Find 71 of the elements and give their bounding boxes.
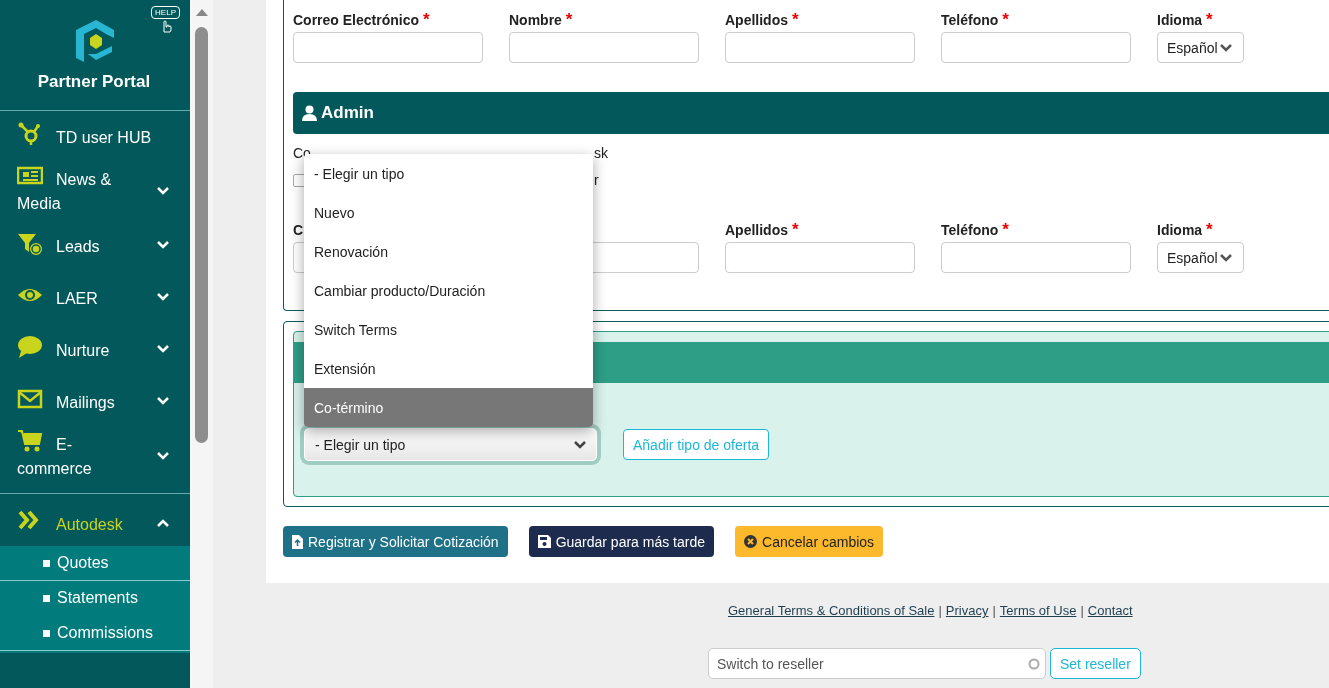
link-separator: |	[1080, 603, 1084, 618]
scroll-up-icon[interactable]	[194, 8, 209, 16]
required-mark: *	[422, 10, 430, 29]
input-field[interactable]	[509, 32, 699, 63]
footer-link[interactable]: General Terms & Conditions of Sale	[728, 603, 935, 618]
required-mark: *	[1206, 10, 1213, 29]
reseller-field[interactable]: Switch to reseller	[708, 648, 1046, 679]
required-mark: *	[1002, 220, 1009, 239]
required-mark: *	[1002, 10, 1009, 29]
action-button[interactable]: Guardar para más tarde	[528, 526, 715, 557]
checkbox-label: r	[594, 172, 600, 188]
chevron-up-icon[interactable]	[157, 519, 169, 527]
menu-icon	[17, 428, 43, 454]
submenu-item[interactable]: Statements	[0, 581, 190, 616]
input-field[interactable]	[941, 242, 1131, 273]
sidebar-item[interactable]: E-commerce	[17, 428, 140, 481]
sidebar-item[interactable]: Leads	[17, 229, 140, 259]
link-separator: |	[992, 603, 996, 618]
action-button[interactable]: Cancelar cambios	[735, 526, 884, 557]
field-label: C	[293, 222, 304, 238]
dropdown-option[interactable]: Extensión	[304, 349, 593, 388]
loading-icon	[1028, 658, 1040, 670]
field-label: Correo Electrónico	[293, 12, 420, 28]
sidebar-item[interactable]: Mailings	[17, 385, 140, 415]
required-mark: *	[791, 10, 799, 29]
scrollbar[interactable]	[190, 0, 213, 688]
dropdown-option[interactable]: - Elegir un tipo	[304, 154, 593, 193]
dropdown-option[interactable]: Switch Terms	[304, 310, 593, 349]
language-select[interactable]: Español	[1157, 242, 1244, 273]
field-label: Apellidos	[725, 222, 788, 238]
menu-icon	[17, 333, 43, 360]
chevron-down-icon[interactable]	[1219, 253, 1232, 262]
cancel-icon	[744, 535, 758, 548]
dropdown-option[interactable]: Renovación	[304, 232, 593, 271]
action-button[interactable]: Registrar y Solicitar Cotización	[283, 526, 508, 557]
menu-icon	[17, 120, 43, 147]
field-label: Teléfono	[941, 222, 999, 238]
section-title: Admin	[321, 103, 374, 123]
file-upload-icon	[292, 534, 303, 549]
input-field[interactable]	[725, 32, 915, 63]
brand-name: Partner Portal	[37, 72, 151, 92]
field-label: Idioma	[1157, 222, 1203, 238]
field-label: Teléfono	[941, 12, 999, 28]
sidebar-item[interactable]: TD user HUB	[17, 120, 177, 150]
note-text: sk	[594, 145, 609, 161]
footer-link[interactable]: Terms of Use	[999, 603, 1077, 618]
save-icon	[537, 535, 551, 548]
field-label: Nombre	[509, 12, 562, 28]
dropdown-option[interactable]: Nuevo	[304, 193, 593, 232]
chevron-down-icon[interactable]	[574, 440, 586, 449]
dropdown-option[interactable]: Cambiar producto/Duración	[304, 271, 593, 310]
input-field[interactable]	[941, 32, 1131, 63]
link-separator: |	[938, 603, 942, 618]
field-label: Idioma	[1157, 12, 1203, 28]
field-label: Apellidos	[725, 12, 788, 28]
input-field[interactable]	[293, 32, 483, 63]
language-select[interactable]: Español	[1157, 32, 1244, 63]
sidebar-item[interactable]: Nurture	[17, 333, 140, 363]
sidebar-item[interactable]: Autodesk	[17, 507, 140, 537]
required-mark: *	[791, 220, 799, 239]
required-mark: *	[1206, 220, 1213, 239]
sidebar-item[interactable]: News & Media	[17, 163, 140, 216]
chevron-down-icon[interactable]	[1219, 43, 1232, 52]
dropdown-option[interactable]: Co-término	[304, 388, 593, 427]
required-mark: *	[565, 10, 573, 29]
user-icon	[302, 105, 317, 121]
input-field[interactable]	[725, 242, 915, 273]
footer-link[interactable]: Contact	[1087, 603, 1133, 618]
footer-link[interactable]: Privacy	[945, 603, 989, 618]
sidebar-item[interactable]: LAER	[17, 281, 140, 311]
help-button[interactable]: HELP	[151, 6, 180, 33]
